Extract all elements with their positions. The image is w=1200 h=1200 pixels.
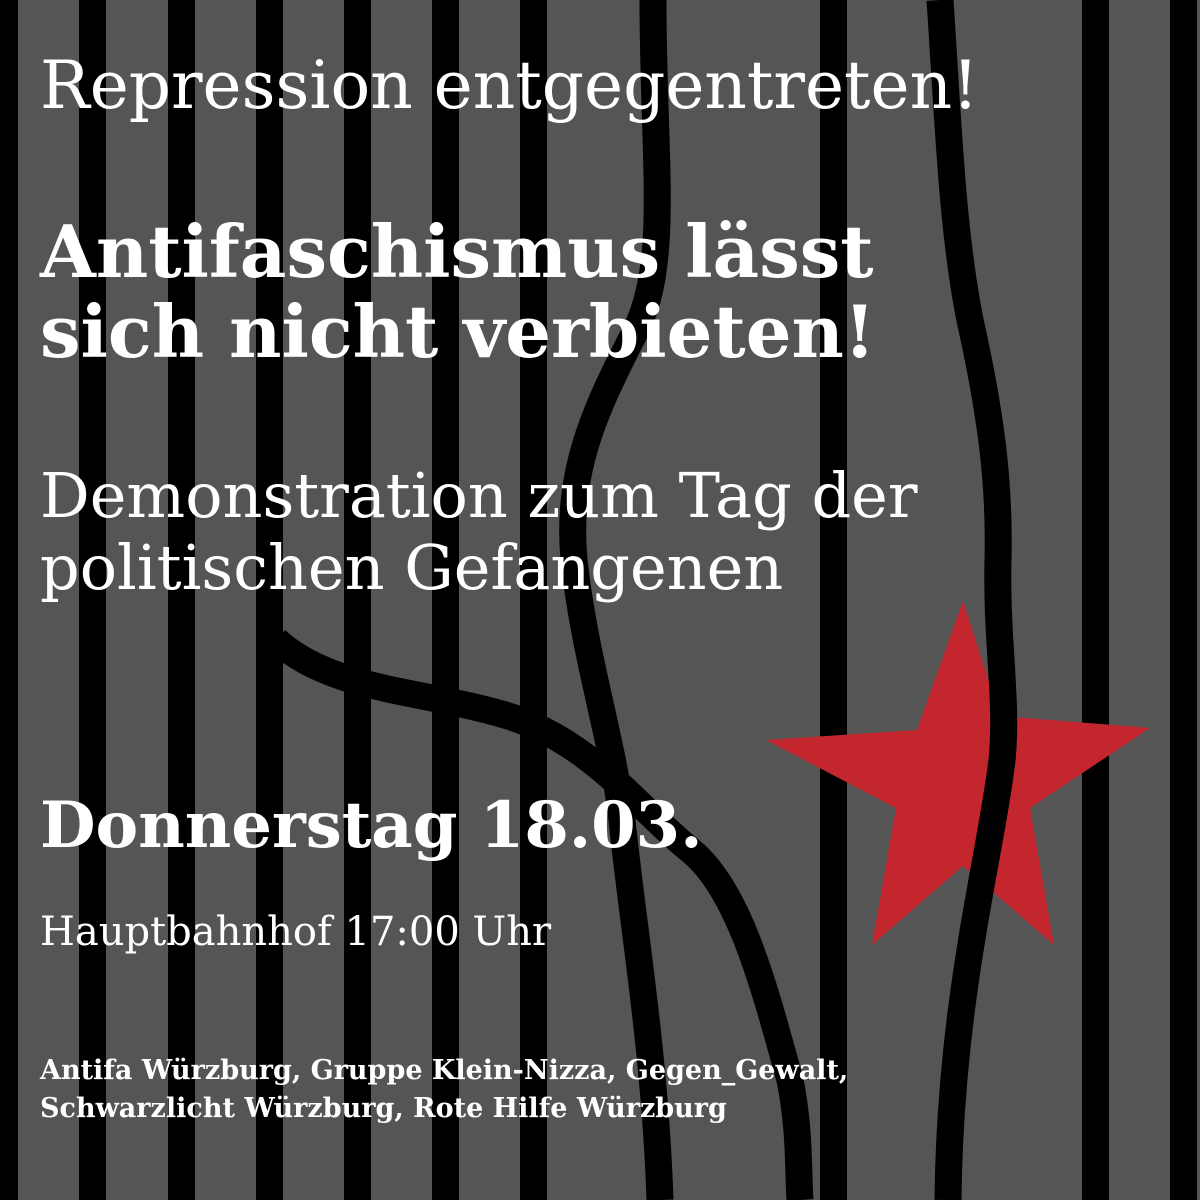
- subheadline-line: politischen Gefangenen: [40, 531, 784, 604]
- headline-line: sich nicht verbieten!: [40, 289, 876, 374]
- organizers-line: Antifa Würzburg, Gruppe Klein-Nizza, Geg…: [40, 1055, 849, 1086]
- headline-line: Antifaschismus lässt: [40, 209, 874, 294]
- bar: [1170, 0, 1197, 1200]
- bent-bar: [926, 0, 1018, 1200]
- event-place-time: Hauptbahnhof 17:00 Uhr: [40, 909, 552, 955]
- subheadline: Demonstration zum Tag der politischen Ge…: [40, 460, 918, 604]
- event-date: Donnerstag 18.03.: [40, 788, 703, 863]
- bar: [1082, 0, 1109, 1200]
- headline: Antifaschismus lässt sich nicht verbiete…: [40, 212, 875, 372]
- bar: [0, 0, 18, 1200]
- subheadline-line: Demonstration zum Tag der: [40, 459, 918, 532]
- demo-poster: Repression entgegentreten! Antifaschismu…: [0, 0, 1200, 1200]
- organizers: Antifa Würzburg, Gruppe Klein-Nizza, Geg…: [40, 1052, 848, 1128]
- kicker-text: Repression entgegentreten!: [40, 47, 979, 124]
- organizers-line: Schwarzlicht Würzburg, Rote Hilfe Würzbu…: [40, 1093, 727, 1124]
